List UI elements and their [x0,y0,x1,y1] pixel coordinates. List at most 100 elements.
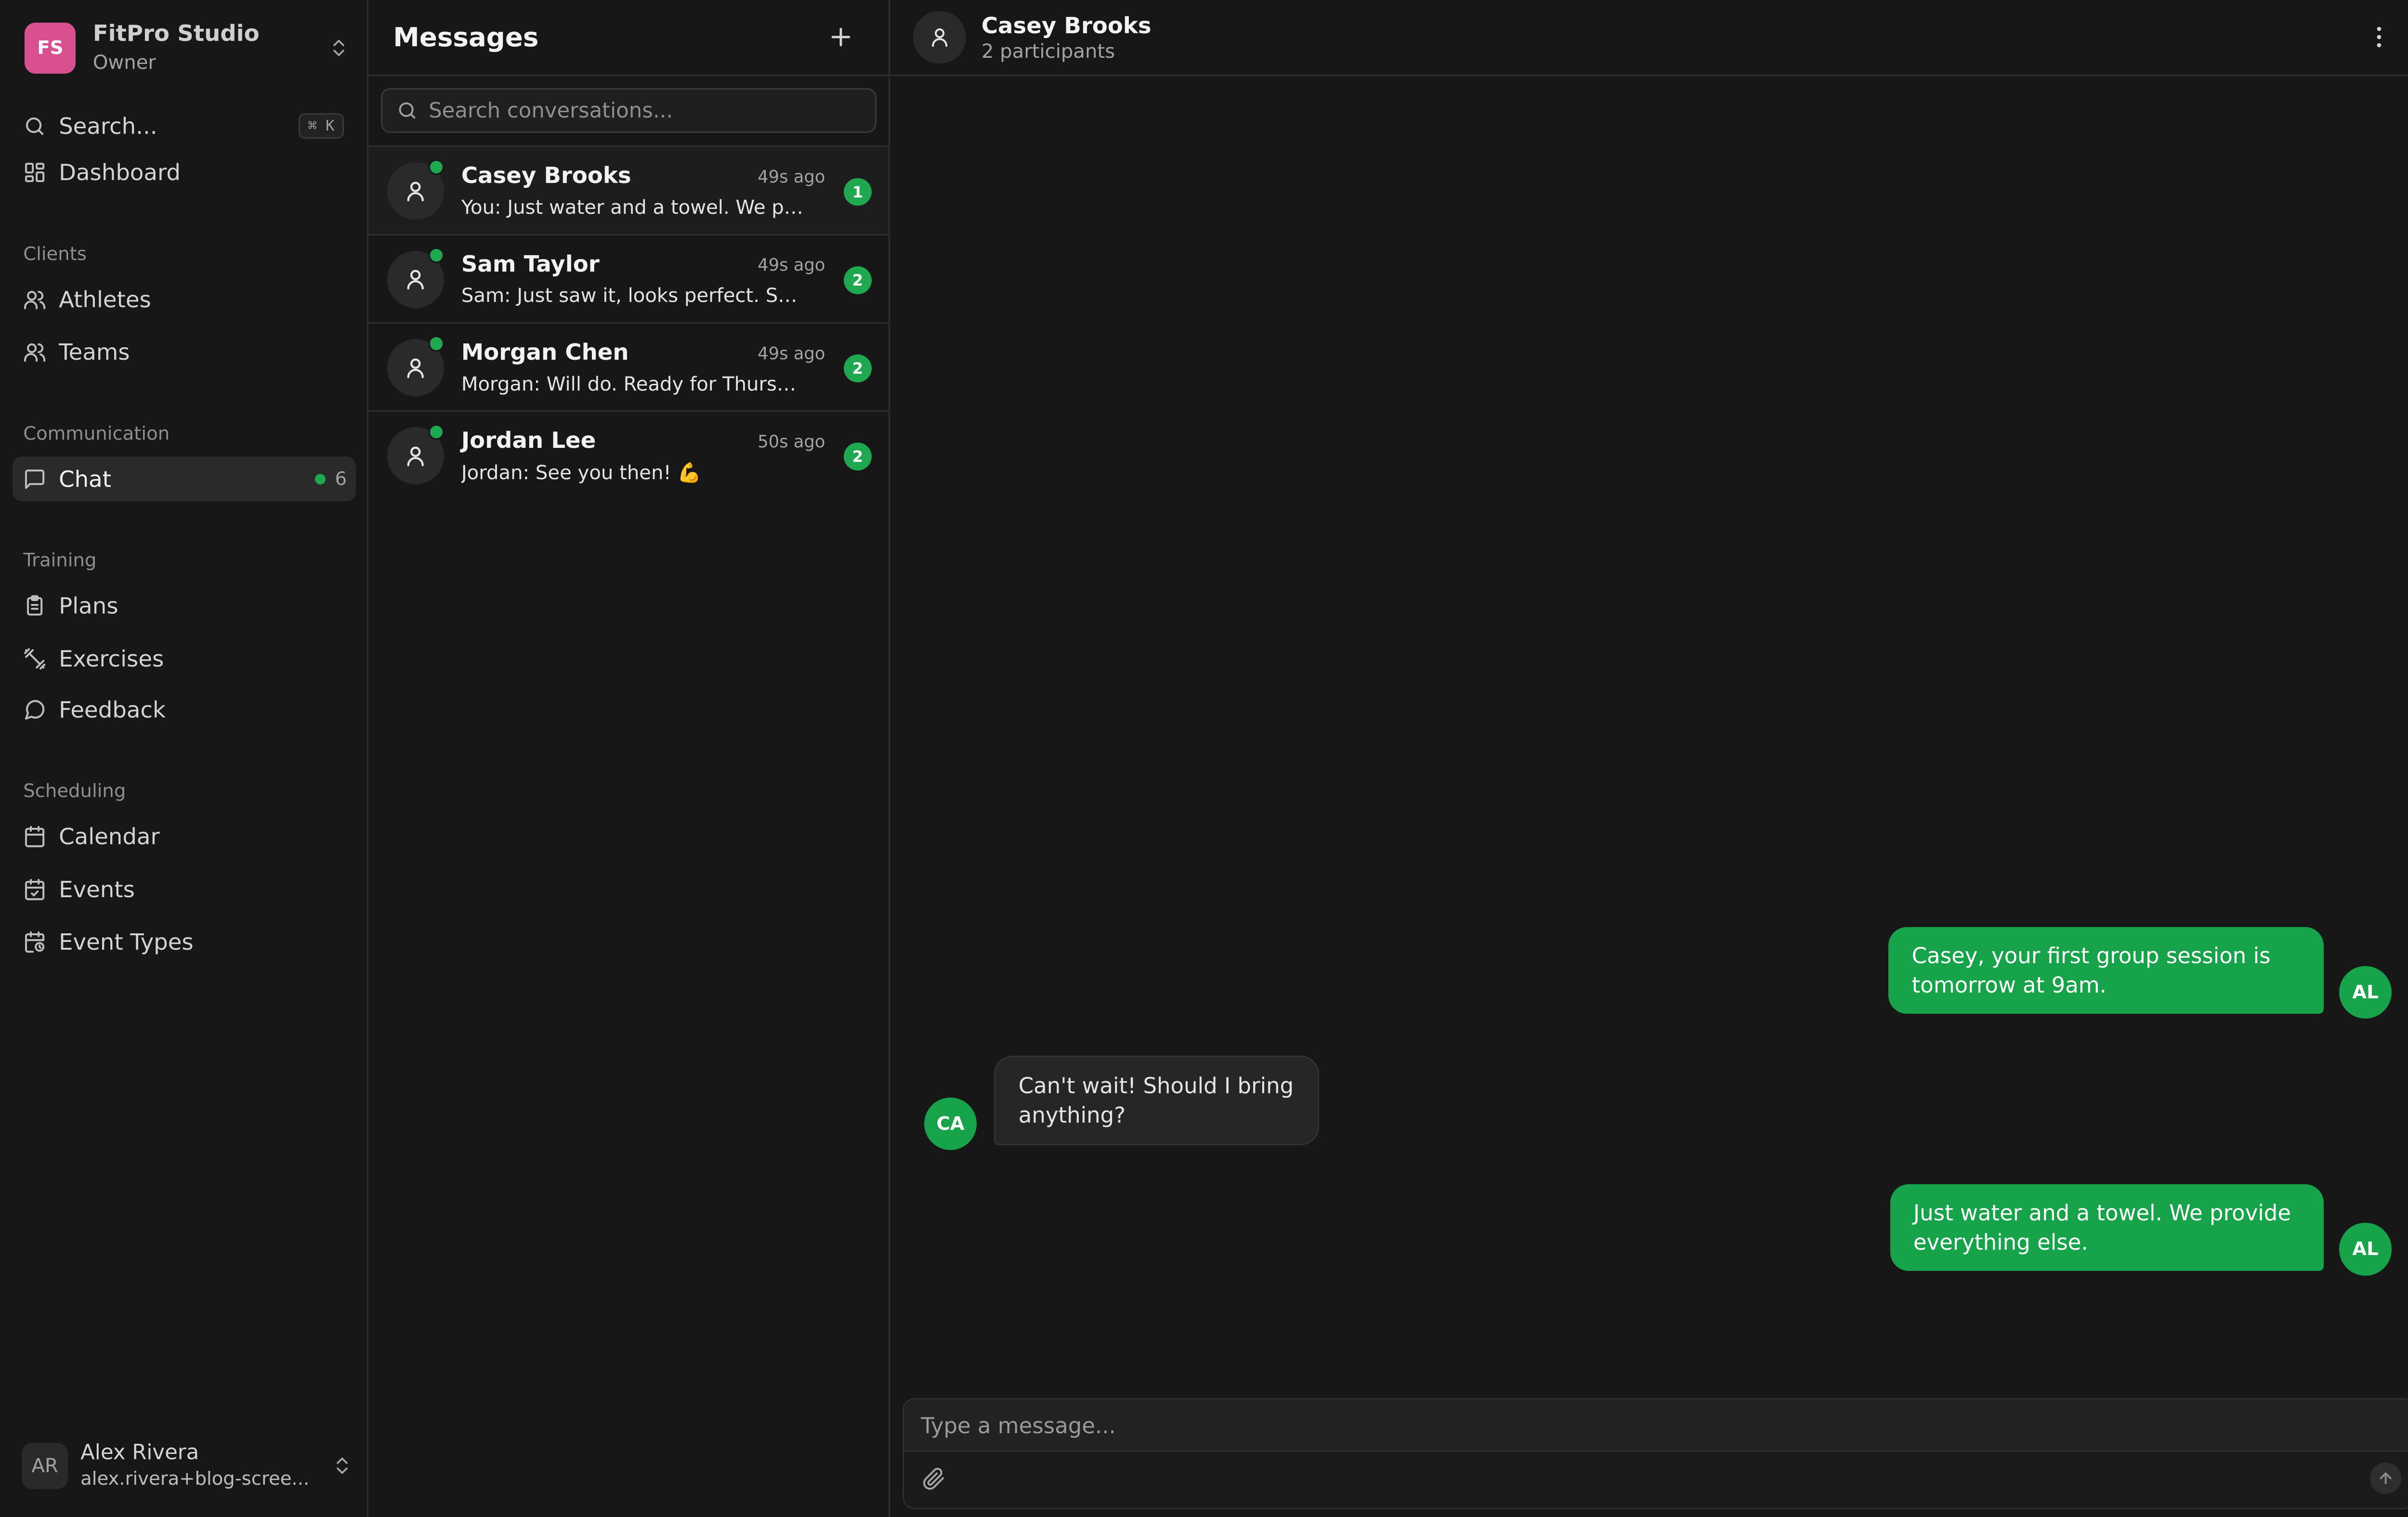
users-icon [24,290,46,310]
online-indicator [429,248,445,263]
conversation-preview: Jordan: See you then! 💪 [461,461,702,484]
message-bubble-incoming: Can't wait! Should I bring anything? [994,1056,1319,1146]
search-icon [26,117,44,135]
org-logo: FS [25,22,76,74]
message-avatar: AL [2339,966,2392,1019]
team-icon [24,343,46,362]
sidebar-item-chat[interactable]: Chat 6 [12,457,356,502]
conversation-search-input[interactable] [429,98,847,123]
chat-participants: 2 participants [981,40,1115,63]
sidebar-item-teams[interactable]: Teams [13,330,356,375]
user-icon [407,446,424,466]
conversation-item[interactable]: Morgan Chen 49s ago Morgan: Will do. Rea… [368,324,889,412]
conversation-panel-header: Messages [368,0,889,76]
message-avatar: CA [924,1097,977,1151]
unread-badge: 2 [844,443,872,471]
calendar-icon [25,826,45,848]
sidebar-item-feedback[interactable]: Feedback [13,687,356,732]
sidebar-item-label: Exercises [59,645,164,672]
sidebar: FS FitPro Studio Owner Search... ⌘ K Das… [0,0,368,1517]
chat-header: Casey Brooks 2 participants [890,0,2408,76]
section-label-training: Training [23,549,97,572]
chevrons-up-down-icon [333,39,345,56]
search-label: Search... [59,113,157,139]
conversation-item[interactable]: Sam Taylor 49s ago Sam: Just saw it, loo… [368,235,889,324]
message-composer [902,1398,2408,1509]
message-input[interactable] [903,1399,2408,1451]
unread-badge: 1 [844,178,872,206]
conversation-time: 49s ago [758,167,825,187]
conversation-name: Sam Taylor [461,250,600,277]
sidebar-item-label: Calendar [59,824,160,850]
user-icon [407,182,424,202]
dashboard-icon [25,163,45,183]
sidebar-item-label: Dashboard [59,159,181,186]
sidebar-item-label: Events [59,876,135,902]
sidebar-item-dashboard[interactable]: Dashboard [13,150,356,195]
org-switcher[interactable]: FS FitPro Studio Owner [25,20,350,76]
sidebar-item-label: Chat [59,466,111,492]
conversation-name: Morgan Chen [461,339,629,365]
user-name: Alex Rivera [80,1440,199,1465]
clipboard-icon [27,595,43,616]
online-indicator [429,159,445,175]
sidebar-item-plans[interactable]: Plans [13,584,356,628]
conversation-list: Casey Brooks 49s ago You: Just water and… [368,147,889,500]
conversation-time: 49s ago [758,343,825,364]
sidebar-item-calendar[interactable]: Calendar [13,814,356,859]
conversation-item[interactable]: Casey Brooks 49s ago You: Just water and… [368,147,889,235]
online-indicator [429,424,445,440]
messages-title: Messages [393,22,539,53]
new-conversation-icon[interactable] [827,23,855,51]
org-name: FitPro Studio [92,20,260,46]
dumbbell-icon [24,648,46,669]
conversation-name: Casey Brooks [461,162,631,189]
chat-unread-badge: 6 [314,468,347,490]
search-icon [399,102,415,119]
calendar-clock-icon [25,931,45,953]
section-label-communication: Communication [23,422,170,445]
search-button[interactable]: Search... ⌘ K [13,104,356,148]
sidebar-item-label: Event Types [59,929,194,955]
arrow-up-icon [2380,1472,2392,1484]
unread-badge: 2 [844,266,872,294]
calendar-check-icon [25,878,45,900]
user-icon [407,358,424,378]
sidebar-item-events[interactable]: Events [13,867,356,912]
unread-badge: 2 [844,354,872,382]
conversation-preview: Sam: Just saw it, looks perfect. Se... [461,285,805,307]
conversation-search-box[interactable] [380,88,877,133]
user-menu[interactable]: AR Alex Rivera alex.rivera+blog-scree... [22,1439,353,1492]
conversation-time: 50s ago [758,432,825,452]
user-email: alex.rivera+blog-scree... [80,1467,310,1490]
message-avatar: AL [2339,1223,2392,1276]
chat-title: Casey Brooks [981,12,1152,39]
user-avatar: AR [22,1442,68,1490]
message-bubble-outgoing: Casey, your first group session is tomor… [1888,927,2324,1014]
chat-unread-count: 6 [335,468,347,490]
online-indicator [429,336,445,352]
sidebar-item-label: Athletes [59,286,151,313]
sidebar-item-label: Feedback [59,696,166,723]
sidebar-item-event-types[interactable]: Event Types [13,919,356,964]
sidebar-item-exercises[interactable]: Exercises [13,636,356,681]
conversation-preview: You: Just water and a towel. We pro... [461,196,805,219]
sidebar-item-label: Plans [59,593,118,619]
chat-pane: Casey Brooks 2 participants Casey, your … [890,0,2408,1517]
sidebar-item-athletes[interactable]: Athletes [13,277,356,322]
user-icon [407,270,424,290]
conversation-preview: Morgan: Will do. Ready for Thursday! [461,373,805,395]
conversation-item[interactable]: Jordan Lee 50s ago Jordan: See you then!… [368,412,889,500]
chevrons-up-down-icon [337,1458,348,1474]
message-bubble-outgoing: Just water and a towel. We provide every… [1890,1184,2324,1271]
search-shortcut: ⌘ K [299,113,344,139]
message-circle-icon [25,700,45,719]
online-dot [314,473,326,485]
send-button[interactable] [2370,1463,2401,1494]
chat-avatar [913,11,966,64]
section-label-scheduling: Scheduling [23,780,126,802]
conversation-time: 49s ago [758,255,825,275]
paperclip-icon[interactable] [922,1467,945,1491]
org-role: Owner [92,51,156,74]
more-options-icon[interactable] [2365,23,2393,51]
